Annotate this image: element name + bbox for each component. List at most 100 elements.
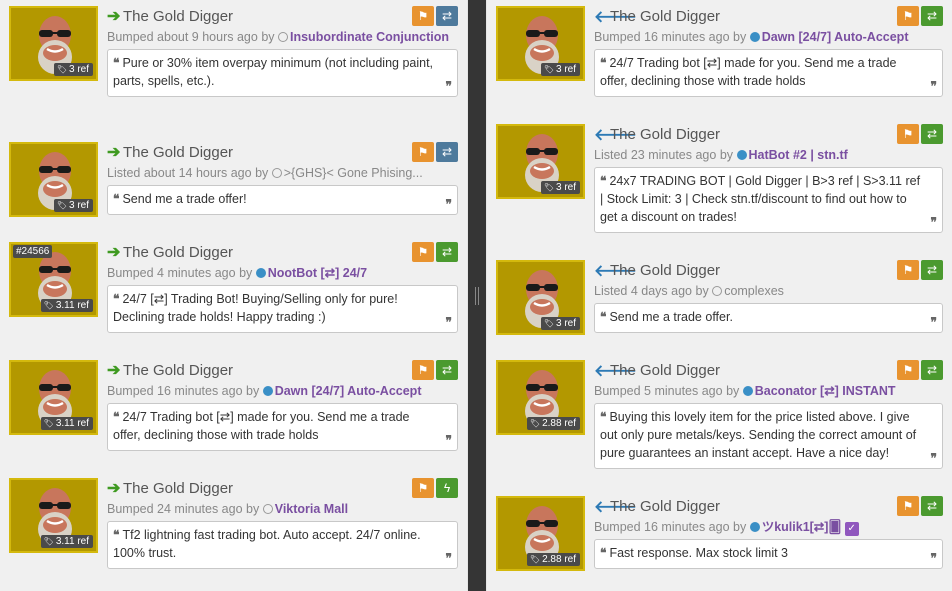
item-name-link[interactable]: The Gold Digger [610, 8, 720, 25]
item-thumbnail[interactable]: 🏷 2.88 ref [496, 496, 585, 571]
item-thumbnail[interactable]: 🏷 3 ref [496, 6, 585, 81]
tag-icon: 🏷 [56, 65, 67, 74]
item-name-link[interactable]: The Gold Digger [123, 144, 233, 161]
offline-status-icon [712, 286, 723, 296]
by-label: by [726, 384, 740, 398]
comment-text: 24/7 [⇄] Trading Bot! Buying/Selling onl… [113, 292, 398, 324]
item-thumbnail[interactable]: 🏷 3.11 ref [9, 478, 98, 553]
price-value: 2.88 ref [542, 554, 576, 565]
user-link[interactable]: HatBot #2 | stn.tf [749, 148, 848, 162]
price-tag: 🏷 3.11 ref [40, 535, 93, 548]
online-status-icon [736, 150, 747, 160]
report-button[interactable]: ⚑ [897, 6, 919, 26]
online-status-icon [742, 386, 753, 396]
user-link[interactable]: Insubordinate Conjunction [290, 30, 449, 44]
report-button[interactable]: ⚑ [412, 360, 434, 380]
item-name-link[interactable]: The Gold Digger [610, 362, 720, 379]
buy-arrow-icon: ➔ [107, 144, 121, 161]
trade-offer-button[interactable]: ⇄ [921, 260, 943, 280]
listing-verb: Listed [107, 166, 141, 180]
online-status-icon [749, 522, 760, 532]
tag-icon: 🏷 [43, 301, 54, 310]
item-name-link[interactable]: The Gold Digger [123, 244, 233, 261]
price-tag: 🏷 3 ref [53, 199, 93, 212]
user-link[interactable]: Viktoria Mall [275, 502, 348, 516]
flag-icon: ⚑ [902, 127, 914, 141]
column-divider[interactable] [467, 0, 487, 591]
report-button[interactable]: ⚑ [897, 124, 919, 144]
quote-close-icon: ❞ [445, 551, 452, 565]
instant-trade-button[interactable]: ϟ [436, 478, 458, 498]
quote-open-icon: ❝ [600, 546, 607, 560]
item-name-link[interactable]: The Gold Digger [123, 8, 233, 25]
trade-arrows-icon: ⇄ [926, 363, 938, 377]
by-label: by [733, 520, 747, 534]
tag-icon: 🏷 [543, 65, 554, 74]
report-button[interactable]: ⚑ [412, 478, 434, 498]
trade-offer-button[interactable]: ⇄ [436, 6, 458, 26]
tag-icon: 🏷 [543, 183, 554, 192]
listing-comment: ❝ 24/7 Trading bot [⇄] made for you. Send… [594, 49, 943, 97]
listing-info: ➔ The Gold Digger ⚑ ⇄ Listed about 14 hours … [107, 142, 458, 215]
trade-offer-button[interactable]: ⇄ [921, 496, 943, 516]
trade-arrows-icon: ⇄ [926, 127, 938, 141]
listing-time: about 14 hours ago [143, 166, 252, 180]
listing-meta: Listed 23 minutes ago by HatBot #2 | stn… [594, 146, 943, 164]
user-link[interactable]: complexes [724, 284, 784, 298]
quote-open-icon: ❝ [600, 410, 607, 424]
user-link[interactable]: Dawn [24/7] Auto-Accept [762, 30, 909, 44]
user-link[interactable]: >{GHS}< Gone Phising... [284, 166, 423, 180]
user-link[interactable]: ツkulik1[⇄]🂠 [762, 520, 842, 534]
listing-info: 🡐The Gold Digger ⚑ ⇄ Bumped 16 minutes ago … [594, 496, 943, 569]
item-name-link[interactable]: The Gold Digger [123, 480, 233, 497]
listing-verb: Bumped [594, 384, 641, 398]
trade-offer-button[interactable]: ⇄ [921, 6, 943, 26]
report-button[interactable]: ⚑ [412, 142, 434, 162]
item-name-link[interactable]: The Gold Digger [610, 262, 720, 279]
flag-icon: ⚑ [417, 9, 429, 23]
trade-offer-button[interactable]: ⇄ [436, 360, 458, 380]
report-button[interactable]: ⚑ [897, 496, 919, 516]
item-thumbnail[interactable]: #24566 🏷 3.11 ref [9, 242, 98, 317]
listing-title-row: 🡐The Gold Digger ⚑ ⇄ [594, 260, 943, 282]
listing-comment: ❝ Fast response. Max stock limit 3 ❞ [594, 539, 943, 569]
item-name-link[interactable]: The Gold Digger [610, 498, 720, 515]
comment-text: Fast response. Max stock limit 3 [609, 546, 788, 560]
divider-grip-icon[interactable] [475, 287, 479, 305]
user-link[interactable]: Dawn [24/7] Auto-Accept [275, 384, 422, 398]
price-value: 3.11 ref [55, 536, 89, 547]
item-thumbnail[interactable]: 🏷 3 ref [9, 142, 98, 217]
trade-offer-button[interactable]: ⇄ [921, 360, 943, 380]
item-thumbnail[interactable]: 🏷 3 ref [496, 260, 585, 335]
item-name-link[interactable]: The Gold Digger [123, 362, 233, 379]
report-button[interactable]: ⚑ [897, 260, 919, 280]
report-button[interactable]: ⚑ [897, 360, 919, 380]
comment-text: 24/7 Trading bot [⇄] made for you. Send … [600, 56, 897, 88]
report-button[interactable]: ⚑ [412, 242, 434, 262]
user-link[interactable]: NootBot [⇄] 24/7 [268, 266, 367, 280]
quote-open-icon: ❝ [600, 310, 607, 324]
price-tag: 🏷 3.11 ref [40, 417, 93, 430]
item-thumbnail[interactable]: 🏷 2.88 ref [496, 360, 585, 435]
trade-offer-button[interactable]: ⇄ [921, 124, 943, 144]
listing-actions: ⚑ ϟ [410, 478, 458, 498]
listing-meta: Bumped 5 minutes ago by Baconator [⇄] IN… [594, 382, 943, 400]
sell-arrow-icon: 🡐 [594, 363, 637, 380]
flag-icon: ⚑ [902, 263, 914, 277]
item-thumbnail[interactable]: 🏷 3.11 ref [9, 360, 98, 435]
listing-meta: Bumped 16 minutes ago by ツkulik1[⇄]🂠 ✓ [594, 518, 943, 536]
trade-arrows-icon: ⇄ [441, 245, 453, 259]
price-value: 2.88 ref [542, 418, 576, 429]
item-thumbnail[interactable]: 🏷 3 ref [496, 124, 585, 199]
user-link[interactable]: Baconator [⇄] INSTANT [755, 384, 896, 398]
item-name-link[interactable]: The Gold Digger [610, 126, 720, 143]
item-thumbnail[interactable]: 🏷 3 ref [9, 6, 98, 81]
listing-actions: ⚑ ⇄ [895, 124, 943, 144]
trade-offer-button[interactable]: ⇄ [436, 142, 458, 162]
listing-title-row: 🡐The Gold Digger ⚑ ⇄ [594, 124, 943, 146]
buy-arrow-icon: ➔ [107, 244, 121, 261]
trade-offer-button[interactable]: ⇄ [436, 242, 458, 262]
quote-close-icon: ❞ [445, 197, 452, 211]
report-button[interactable]: ⚑ [412, 6, 434, 26]
listing-title-row: ➔ The Gold Digger ⚑ ⇄ [107, 360, 458, 382]
